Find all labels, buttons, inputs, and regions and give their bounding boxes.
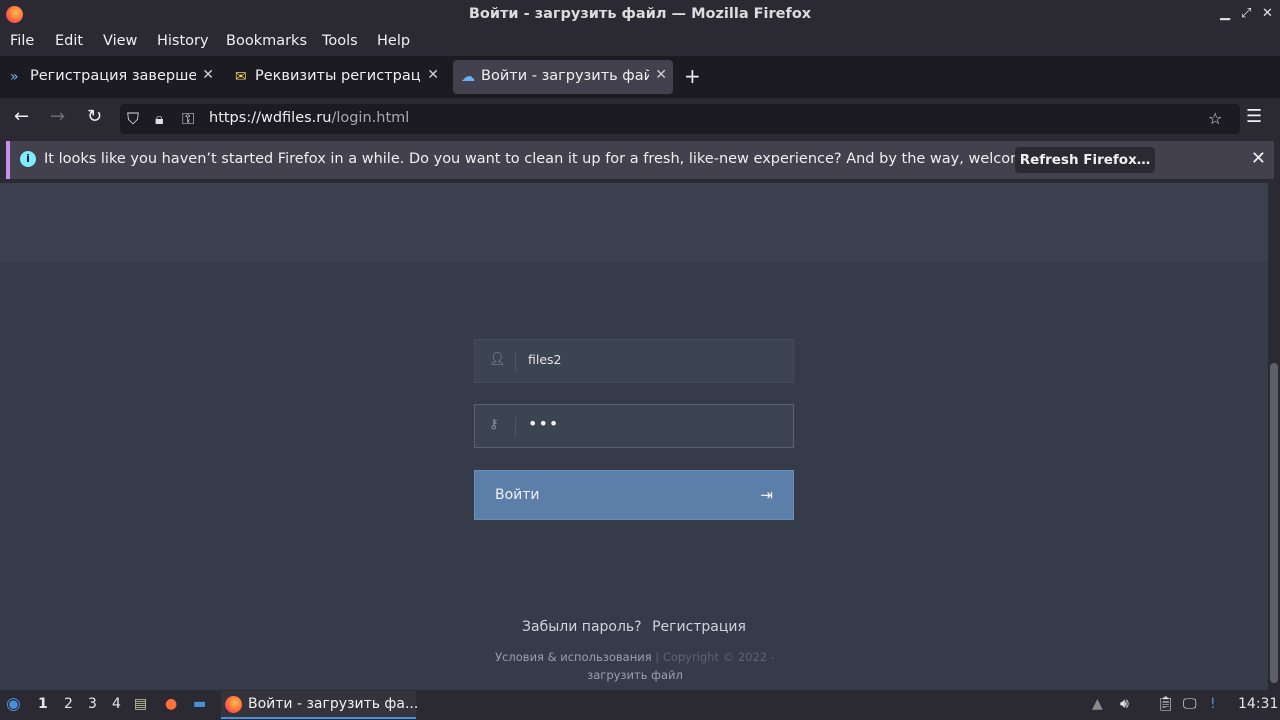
envelope-icon: ✉ <box>235 69 247 85</box>
tab-close-icon[interactable]: ✕ <box>202 67 214 83</box>
menu-history[interactable]: History <box>157 33 209 49</box>
close-window-icon[interactable]: ✕ <box>1262 6 1273 21</box>
register-link[interactable]: Регистрация <box>652 619 746 635</box>
menu-view[interactable]: View <box>103 33 137 49</box>
taskbar-window-firefox[interactable]: Войти - загрузить фа... <box>221 691 419 719</box>
footer-divider: | <box>655 650 663 664</box>
forgot-password-link[interactable]: Забыли пароль? <box>522 619 642 635</box>
close-notification-icon[interactable]: ✕ <box>1251 148 1266 169</box>
clipboard-icon[interactable]: 📋︎ <box>1157 696 1175 712</box>
maximize-icon[interactable]: ⤢ <box>1241 6 1251 21</box>
notifications-icon[interactable]: ! <box>1210 696 1216 712</box>
key-icon: ⚷ <box>489 417 499 432</box>
forward-icon[interactable]: → <box>50 106 65 127</box>
key-icon[interactable]: ⚿ <box>182 109 194 129</box>
tab-label: Реквизиты регистрации <box>255 68 421 84</box>
shield-icon[interactable]: ⛉ <box>127 109 139 129</box>
tab-label: Войти - загрузить файл <box>481 68 649 84</box>
taskbar-window-label: Войти - загрузить фа... <box>248 696 419 712</box>
back-icon[interactable]: ← <box>14 106 29 127</box>
tab-close-icon[interactable]: ✕ <box>655 67 667 83</box>
window-title: Войти - загрузить файл — Mozilla Firefox <box>468 6 812 22</box>
auth-links: Забыли пароль? Регистрация <box>0 619 1268 635</box>
refresh-notification: i It looks like you haven’t started Fire… <box>6 141 1274 179</box>
workspace-2[interactable]: 2 <box>64 696 73 712</box>
menu-edit[interactable]: Edit <box>55 33 83 49</box>
bookmark-star-icon[interactable]: ☆ <box>1208 109 1222 128</box>
terms-link[interactable]: Условия & использования <box>495 650 652 664</box>
tab-login[interactable]: ☁ Войти - загрузить файл ✕ <box>453 60 673 94</box>
workspace-1[interactable]: 1 <box>38 696 48 712</box>
notification-message: It looks like you haven’t started Firefo… <box>44 151 1079 167</box>
password-field[interactable]: ⚷ ••• <box>474 404 794 448</box>
login-button-label: Войти <box>495 487 540 503</box>
field-divider <box>515 352 516 372</box>
start-menu-icon[interactable]: ◉ <box>6 694 21 714</box>
new-tab-button[interactable]: + <box>684 64 701 88</box>
username-field[interactable]: 👤︎ files2 <box>474 339 794 383</box>
desktop-icon[interactable]: ▬ <box>193 696 206 712</box>
username-value[interactable]: files2 <box>528 352 562 367</box>
tab-registration-complete[interactable]: » Регистрация завершена ✕ <box>2 60 220 94</box>
menu-hamburger-icon[interactable]: ☰ <box>1246 106 1262 127</box>
firefox-launcher-icon[interactable]: ● <box>165 696 177 712</box>
volume-icon[interactable]: 🔊︎ <box>1120 696 1129 712</box>
password-value[interactable]: ••• <box>528 414 559 433</box>
workspace-4[interactable]: 4 <box>112 696 121 712</box>
tab-label: Регистрация завершена <box>30 68 196 84</box>
tab-bar: » Регистрация завершена ✕ ✉ Реквизиты ре… <box>0 56 1280 98</box>
menu-bar: File Edit View History Bookmarks Tools H… <box>0 30 1280 56</box>
display-icon[interactable]: 🖵︎ <box>1183 696 1197 712</box>
menu-tools[interactable]: Tools <box>322 33 358 49</box>
footer: Условия & использования | Copyright © 20… <box>470 648 800 684</box>
header-band <box>0 183 1268 261</box>
login-button[interactable]: Войти ⇥ <box>474 470 794 520</box>
reload-icon[interactable]: ↻ <box>87 106 102 127</box>
cloud-icon: ☁ <box>461 69 475 85</box>
minimize-icon[interactable]: ▁ <box>1220 6 1230 21</box>
double-chevron-icon: » <box>10 69 19 85</box>
copyright-text: Copyright © 2022 - <box>662 650 775 664</box>
field-divider <box>515 417 516 437</box>
file-manager-icon[interactable]: ▤ <box>134 696 147 712</box>
scrollbar-thumb[interactable] <box>1270 363 1278 683</box>
menu-file[interactable]: File <box>10 33 34 49</box>
refresh-firefox-button[interactable]: Refresh Firefox… <box>1015 147 1155 173</box>
taskbar: ◉ 1 2 3 4 ▤ ● ▬ Войти - загрузить фа... … <box>0 690 1280 720</box>
menu-bookmarks[interactable]: Bookmarks <box>226 33 307 49</box>
tray-up-icon[interactable]: ▲ <box>1092 696 1103 712</box>
scrollbar[interactable] <box>1268 183 1280 690</box>
title-bar: Войти - загрузить файл — Mozilla Firefox… <box>0 0 1280 30</box>
sign-in-icon: ⇥ <box>760 486 773 504</box>
menu-help[interactable]: Help <box>377 33 410 49</box>
brand-link[interactable]: загрузить файл <box>587 668 683 682</box>
clock: 14:31 <box>1238 696 1279 712</box>
workspace-3[interactable]: 3 <box>88 696 97 712</box>
url-bar[interactable]: ⛉ 🔒︎ ⚿ https://wdfiles.ru/login.html ☆ <box>120 104 1240 134</box>
lock-icon[interactable]: 🔒︎ <box>155 109 164 129</box>
tab-close-icon[interactable]: ✕ <box>427 67 439 83</box>
firefox-icon <box>225 696 242 713</box>
info-icon: i <box>20 151 36 167</box>
tab-registration-details[interactable]: ✉ Реквизиты регистрации ✕ <box>227 60 445 94</box>
user-icon: 👤︎ <box>489 352 506 367</box>
url-text[interactable]: https://wdfiles.ru/login.html <box>209 110 409 126</box>
